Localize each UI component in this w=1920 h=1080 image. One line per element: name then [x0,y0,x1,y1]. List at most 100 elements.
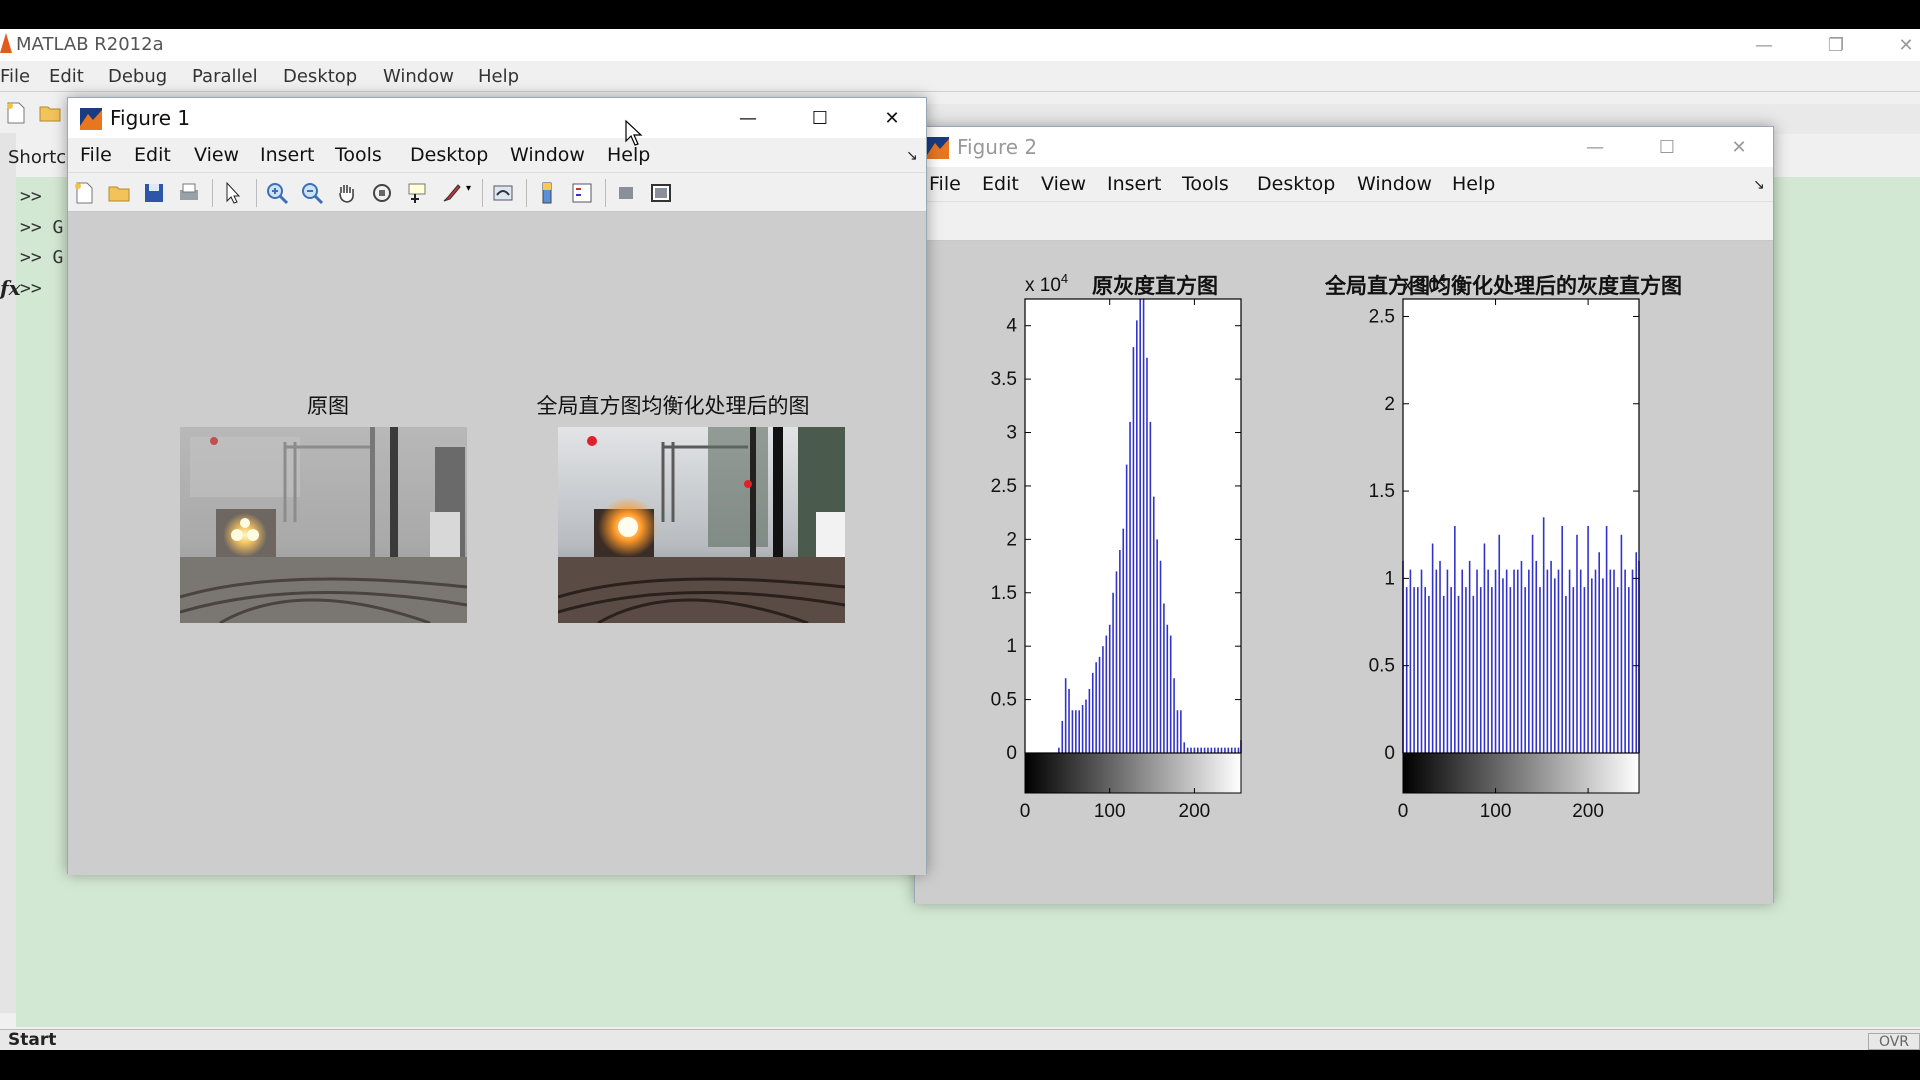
equalized-image [558,427,845,623]
dock-arrow-icon[interactable]: ↘ [1753,177,1765,193]
original-image-title: 原图 [307,394,349,418]
brush-dropdown-icon[interactable]: ▾ [466,183,471,194]
menu-window[interactable]: Window [1357,173,1432,195]
menu-help[interactable]: Help [478,66,519,87]
x-tick-label: 100 [1480,801,1512,822]
matlab-membrane-icon [927,137,949,159]
zoom-in-icon[interactable] [265,181,289,205]
figure-2-minimize-button[interactable]: — [1565,131,1625,163]
figure-1-title-bar: Figure 1 — ☐ ✕ [68,98,926,138]
shortcuts-label[interactable]: Shortc [8,147,66,168]
toolbar-separator [212,179,213,207]
rotate-3d-icon[interactable] [370,181,394,205]
figure-1-canvas: 原图 全局直方图均衡化处理后的图 [68,212,926,875]
y-tick-label: 1 [1006,636,1017,657]
y-exponent-power: 4 [1439,271,1446,286]
link-plot-icon[interactable] [491,181,515,205]
menu-desktop[interactable]: Desktop [283,66,357,87]
figure-1-title: Figure 1 [110,106,191,130]
figure-2-title-bar: Figure 2 — ☐ ✕ [915,127,1773,167]
start-button[interactable]: Start [0,1030,64,1050]
matlab-restore-button[interactable]: ❐ [1806,29,1866,61]
brush-icon[interactable] [440,181,464,205]
command-prompt: >> [20,186,42,207]
zoom-out-icon[interactable] [300,181,324,205]
colorbar-icon[interactable] [535,181,559,205]
pointer-icon[interactable] [221,181,245,205]
menu-insert[interactable]: Insert [260,144,315,166]
pan-hand-icon[interactable] [335,181,359,205]
figure-1-toolbar: ▾ [68,172,926,212]
matlab-close-button[interactable]: ✕ [1876,29,1920,61]
overwrite-indicator: OVR [1868,1033,1920,1050]
figure-2-menu-bar: File Edit View Insert Tools Desktop Wind… [915,167,1773,201]
x-tick-label: 0 [1020,801,1031,822]
fx-function-icon[interactable]: fx [0,276,21,300]
y-tick-label: 3.5 [991,369,1017,390]
menu-desktop[interactable]: Desktop [410,144,488,166]
figure-2-close-button[interactable]: ✕ [1709,131,1769,163]
matlab-menu-bar: File Edit Debug Parallel Desktop Window … [0,62,1920,92]
command-prompt: >> G [20,217,64,238]
y-tick-label: 4 [1006,316,1017,337]
menu-insert[interactable]: Insert [1107,173,1162,195]
figure-2-window: Figure 2 — ☐ ✕ File Edit View Insert Too… [914,126,1774,904]
x-tick-label: 100 [1094,801,1126,822]
dock-arrow-icon[interactable]: ↘ [906,148,918,164]
y-exponent-label: x 104 [1403,271,1446,296]
menu-debug[interactable]: Debug [108,66,167,87]
figure-1-close-button[interactable]: ✕ [862,102,922,134]
menu-view[interactable]: View [1041,173,1086,195]
figure-1-maximize-button[interactable]: ☐ [790,102,850,134]
menu-window[interactable]: Window [510,144,585,166]
screen: MATLAB R2012a — ❐ ✕ File Edit Debug Para… [0,0,1920,1080]
y-tick-label: 0.5 [1369,656,1395,677]
menu-window[interactable]: Window [383,66,454,87]
menu-parallel[interactable]: Parallel [192,66,258,87]
menu-tools[interactable]: Tools [335,144,382,166]
menu-edit[interactable]: Edit [134,144,171,166]
figure-1-minimize-button[interactable]: — [718,102,778,134]
print-icon[interactable] [177,181,201,205]
menu-desktop[interactable]: Desktop [1257,173,1335,195]
figure-1-window: Figure 1 — ☐ ✕ File Edit View Insert Too… [67,97,927,875]
data-cursor-icon[interactable] [405,181,429,205]
y-exponent-label: x 104 [1025,271,1068,296]
matlab-side-panel [0,133,16,1013]
hide-plot-tools-icon[interactable] [614,181,638,205]
y-tick-label: 0.5 [991,690,1017,711]
y-tick-label: 3 [1006,423,1017,444]
matlab-membrane-icon [80,108,102,130]
open-folder-icon[interactable] [38,101,64,125]
matlab-minimize-button[interactable]: — [1734,29,1794,61]
open-file-icon[interactable] [107,181,131,205]
figure-2-maximize-button[interactable]: ☐ [1637,131,1697,163]
y-tick-label: 2.5 [991,476,1017,497]
toolbar-separator [482,179,483,207]
status-bar [0,1029,1920,1050]
menu-tools[interactable]: Tools [1182,173,1229,195]
y-tick-label: 2 [1006,529,1017,550]
matlab-window-title: MATLAB R2012a [16,34,164,55]
save-icon[interactable] [142,181,166,205]
menu-edit[interactable]: Edit [49,66,84,87]
command-prompt: >> [20,278,42,299]
x-tick-label: 200 [1179,801,1211,822]
menu-view[interactable]: View [194,144,239,166]
gray-colorbar [1024,752,1242,794]
figure-1-menu-bar: File Edit View Insert Tools Desktop Wind… [68,138,926,172]
menu-file[interactable]: File [0,66,30,87]
legend-icon[interactable] [570,181,594,205]
menu-help[interactable]: Help [1452,173,1495,195]
x-tick-label: 0 [1398,801,1409,822]
menu-file[interactable]: File [80,144,112,166]
new-file-icon[interactable] [4,101,28,125]
menu-edit[interactable]: Edit [982,173,1019,195]
menu-file[interactable]: File [929,173,961,195]
x-tick-label: 200 [1572,801,1604,822]
new-figure-icon[interactable] [72,181,96,205]
histogram-equalized: 0 0.5 1 1.5 2 2.5 0 100 200 x 104 [1369,271,1640,822]
mouse-cursor-icon [625,119,643,146]
show-plot-tools-icon[interactable] [649,181,673,205]
y-tick-label: 0 [1384,743,1395,764]
